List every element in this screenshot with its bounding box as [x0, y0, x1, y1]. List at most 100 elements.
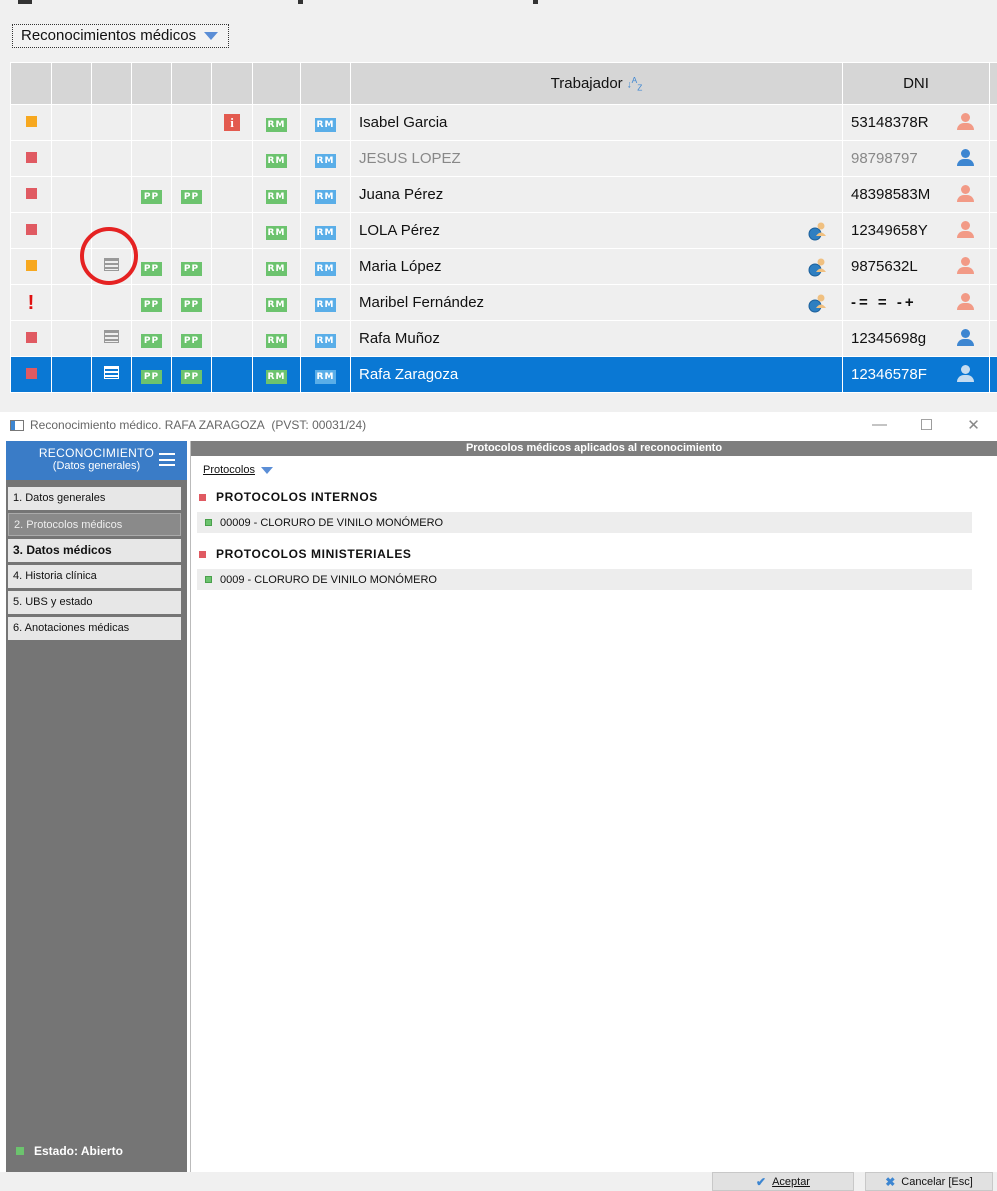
table-row[interactable]: RM RM LOLA Pérez 12349658Y: [10, 212, 997, 249]
rm-cell[interactable]: RM: [300, 284, 351, 321]
info-cell[interactable]: i: [211, 104, 253, 141]
minimize-icon[interactable]: —: [856, 416, 903, 434]
pp-tag-icon[interactable]: PP: [181, 297, 202, 312]
pp-tag-icon[interactable]: PP: [141, 297, 162, 312]
rm-tag-icon[interactable]: RM: [315, 117, 336, 132]
dni-cell[interactable]: 48398583M: [842, 176, 990, 213]
worker-name-cell[interactable]: JESUS LOPEZ: [350, 140, 843, 177]
maximize-icon[interactable]: ☐: [903, 416, 950, 434]
col-header[interactable]: [300, 62, 351, 105]
pp-tag-icon[interactable]: PP: [141, 369, 162, 384]
list-cell[interactable]: [91, 320, 132, 357]
rm-tag-icon[interactable]: RM: [266, 117, 287, 132]
rm-cell[interactable]: RM: [300, 248, 351, 285]
pp-cell[interactable]: PP: [131, 284, 172, 321]
pp-tag-icon[interactable]: PP: [141, 261, 162, 276]
col-status-header[interactable]: [10, 62, 52, 105]
worker-name-cell[interactable]: Rafa Muñoz: [350, 320, 843, 357]
hamburger-menu-icon[interactable]: [159, 453, 175, 466]
col-worker-header[interactable]: Trabajador ↓AZ: [350, 62, 843, 105]
rm-cell[interactable]: RM: [300, 176, 351, 213]
dni-cell[interactable]: 53148378R: [842, 104, 990, 141]
pp-cell[interactable]: PP: [171, 320, 212, 357]
rm-cell[interactable]: RM: [300, 104, 351, 141]
pp-cell[interactable]: PP: [131, 320, 172, 357]
dni-cell[interactable]: 12345698g: [842, 320, 990, 357]
dni-cell[interactable]: 98798797: [842, 140, 990, 177]
worker-name-cell[interactable]: Juana Pérez: [350, 176, 843, 213]
pp-tag-icon[interactable]: PP: [141, 333, 162, 348]
list-cell[interactable]: [91, 356, 132, 393]
close-icon[interactable]: ✕: [950, 416, 997, 434]
sidebar-item-ubs-estado[interactable]: 5. UBS y estado: [8, 591, 181, 614]
rm-cell[interactable]: RM: [252, 284, 301, 321]
info-icon[interactable]: i: [224, 114, 240, 131]
pp-cell[interactable]: PP: [131, 176, 172, 213]
rm-tag-icon[interactable]: RM: [315, 333, 336, 348]
pp-cell[interactable]: PP: [131, 356, 172, 393]
col-header[interactable]: [989, 62, 997, 105]
pp-cell[interactable]: PP: [171, 176, 212, 213]
accept-button[interactable]: ✔ Aceptar: [712, 1172, 854, 1191]
col-header[interactable]: [51, 62, 92, 105]
pp-cell[interactable]: PP: [171, 356, 212, 393]
table-row[interactable]: PP PP RM RM Juana Pérez 48398583M: [10, 176, 997, 213]
dni-cell[interactable]: 12349658Y: [842, 212, 990, 249]
rm-cell[interactable]: RM: [300, 356, 351, 393]
col-header[interactable]: [131, 62, 172, 105]
col-header[interactable]: [211, 62, 253, 105]
rm-cell[interactable]: RM: [300, 320, 351, 357]
worker-name-cell[interactable]: Rafa Zaragoza: [350, 356, 843, 393]
sidebar-item-protocolos-medicos[interactable]: 2. Protocolos médicos: [8, 513, 181, 536]
cancel-button[interactable]: ✖ Cancelar [Esc]: [865, 1172, 993, 1191]
worker-name-cell[interactable]: Maria López: [350, 248, 843, 285]
table-row[interactable]: PP PP RM RM Maria López 9875632L: [10, 248, 997, 285]
rm-tag-icon[interactable]: RM: [266, 153, 287, 168]
pp-cell[interactable]: PP: [171, 284, 212, 321]
protocolos-dropdown[interactable]: Protocolos: [203, 460, 997, 480]
protocol-row[interactable]: 0009 - CLORURO DE VINILO MONÓMERO: [197, 569, 972, 590]
table-row[interactable]: i RM RM Isabel Garcia 53148378R: [10, 104, 997, 141]
pp-cell[interactable]: PP: [171, 248, 212, 285]
dni-cell[interactable]: 9875632L: [842, 248, 990, 285]
protocol-row[interactable]: 00009 - CLORURO DE VINILO MONÓMERO: [197, 512, 972, 533]
sidebar-item-historia-clinica[interactable]: 4. Historia clínica: [8, 565, 181, 588]
col-header[interactable]: [252, 62, 301, 105]
rm-cell[interactable]: RM: [252, 176, 301, 213]
col-header[interactable]: [171, 62, 212, 105]
rm-tag-icon[interactable]: RM: [266, 369, 287, 384]
dni-cell[interactable]: -= = -+: [842, 284, 990, 321]
rm-cell[interactable]: RM: [300, 140, 351, 177]
list-icon[interactable]: [104, 366, 119, 379]
worker-name-cell[interactable]: LOLA Pérez: [350, 212, 843, 249]
rm-tag-icon[interactable]: RM: [315, 297, 336, 312]
sidebar-item-datos-generales[interactable]: 1. Datos generales: [8, 487, 181, 510]
rm-tag-icon[interactable]: RM: [266, 261, 287, 276]
worker-name-cell[interactable]: Isabel Garcia: [350, 104, 843, 141]
rm-tag-icon[interactable]: RM: [266, 297, 287, 312]
pp-tag-icon[interactable]: PP: [141, 189, 162, 204]
rm-cell[interactable]: RM: [252, 356, 301, 393]
table-row[interactable]: PP PP RM RM Rafa Muñoz 12345698g: [10, 320, 997, 357]
rm-tag-icon[interactable]: RM: [266, 333, 287, 348]
worker-name-cell[interactable]: Maribel Fernández: [350, 284, 843, 321]
rm-tag-icon[interactable]: RM: [266, 225, 287, 240]
rm-cell[interactable]: RM: [252, 140, 301, 177]
pp-tag-icon[interactable]: PP: [181, 333, 202, 348]
reconocimientos-dropdown[interactable]: Reconocimientos médicos: [12, 24, 230, 48]
dni-cell[interactable]: 12346578F: [842, 356, 990, 393]
globe-user-icon[interactable]: [808, 293, 828, 313]
col-dni-header[interactable]: DNI: [842, 62, 990, 105]
globe-user-icon[interactable]: [808, 257, 828, 277]
rm-cell[interactable]: RM: [300, 212, 351, 249]
sidebar-item-datos-medicos[interactable]: 3. Datos médicos: [8, 539, 181, 562]
table-row[interactable]: RM RM JESUS LOPEZ 98798797: [10, 140, 997, 177]
rm-cell[interactable]: RM: [252, 104, 301, 141]
pp-tag-icon[interactable]: PP: [181, 261, 202, 276]
rm-tag-icon[interactable]: RM: [315, 225, 336, 240]
rm-tag-icon[interactable]: RM: [266, 189, 287, 204]
rm-tag-icon[interactable]: RM: [315, 189, 336, 204]
pp-tag-icon[interactable]: PP: [181, 369, 202, 384]
col-header[interactable]: [91, 62, 132, 105]
pp-tag-icon[interactable]: PP: [181, 189, 202, 204]
